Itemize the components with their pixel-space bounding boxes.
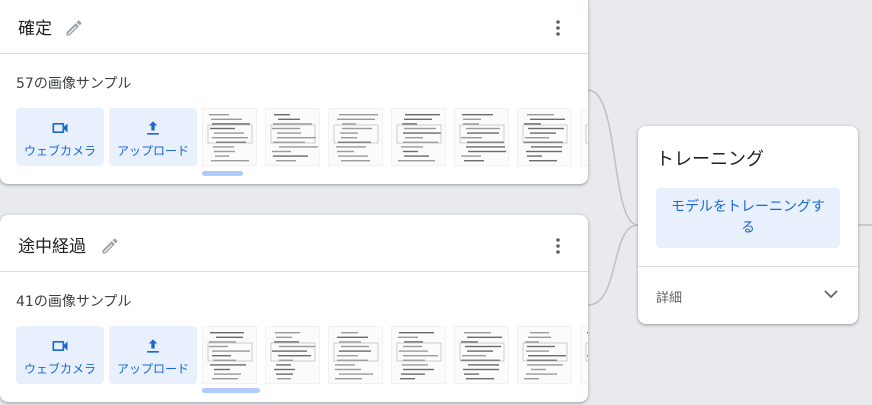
sample-thumbnail[interactable] — [202, 108, 257, 166]
class-card-header: 途中経過 — [0, 215, 588, 272]
sample-thumbnail[interactable] — [328, 108, 383, 166]
thumbnail-strip[interactable] — [202, 326, 588, 384]
chevron-down-icon[interactable] — [822, 285, 840, 303]
more-vert-icon[interactable] — [550, 18, 566, 38]
sample-thumbnail[interactable] — [580, 108, 588, 166]
class-title[interactable]: 途中経過 — [18, 232, 86, 257]
sample-thumbnail[interactable] — [265, 326, 320, 384]
document-thumbnail-image — [333, 332, 379, 380]
document-thumbnail-image — [396, 114, 442, 162]
webcam-button[interactable]: ウェブカメラ — [16, 326, 104, 384]
document-thumbnail-image — [270, 332, 316, 380]
document-thumbnail-image — [270, 114, 318, 162]
sample-count: 57の画像サンプル — [16, 76, 132, 92]
document-thumbnail-image — [522, 332, 568, 380]
upload-label: アップロード — [116, 362, 189, 376]
class-card-2: 途中経過 41の画像サンプル ウェブカメラ アップロード — [0, 215, 588, 402]
webcam-button[interactable]: ウェブカメラ — [16, 108, 104, 166]
sample-thumbnail[interactable] — [265, 108, 320, 166]
document-thumbnail-image — [207, 332, 253, 380]
class-card-1: 確定 57の画像サンプル ウェブカメラ アップロード — [0, 0, 588, 184]
document-thumbnail-image — [459, 332, 505, 380]
upload-icon — [147, 339, 159, 353]
sample-thumbnail[interactable] — [580, 326, 588, 384]
document-thumbnail-image — [333, 114, 379, 162]
document-thumbnail-image — [459, 114, 506, 162]
sample-thumbnail[interactable] — [454, 108, 509, 166]
videocam-icon — [52, 123, 68, 133]
sample-thumbnail[interactable] — [202, 326, 257, 384]
sample-thumbnail[interactable] — [517, 108, 572, 166]
document-thumbnail-image — [207, 114, 253, 162]
more-vert-icon[interactable] — [550, 236, 566, 256]
document-thumbnail-image — [522, 114, 568, 162]
sample-thumbnail[interactable] — [391, 108, 446, 166]
upload-button[interactable]: アップロード — [109, 326, 197, 384]
sample-thumbnail[interactable] — [517, 326, 572, 384]
document-thumbnail-image — [585, 332, 588, 362]
upload-icon — [147, 121, 159, 135]
webcam-label: ウェブカメラ — [23, 144, 96, 158]
sample-thumbnail[interactable] — [454, 326, 509, 384]
train-model-button[interactable]: モデルをトレーニングする — [656, 188, 840, 248]
training-card: トレーニング モデルをトレーニングする 詳細 — [638, 126, 858, 324]
thumbnail-strip[interactable] — [202, 108, 588, 166]
thumbnail-scrollbar[interactable] — [202, 171, 243, 176]
thumbnail-scrollbar[interactable] — [202, 388, 260, 393]
class-card-header: 確定 — [0, 0, 588, 54]
document-thumbnail-image — [396, 332, 442, 380]
pencil-icon[interactable] — [64, 18, 84, 38]
class-title[interactable]: 確定 — [18, 14, 52, 39]
sample-thumbnail[interactable] — [391, 326, 446, 384]
pencil-icon[interactable] — [100, 236, 120, 256]
webcam-label: ウェブカメラ — [23, 362, 96, 376]
document-thumbnail-image — [585, 124, 588, 144]
divider — [638, 266, 858, 267]
upload-button[interactable]: アップロード — [109, 108, 197, 166]
sample-thumbnail[interactable] — [328, 326, 383, 384]
upload-label: アップロード — [116, 144, 189, 158]
details-label[interactable]: 詳細 — [656, 287, 682, 306]
videocam-icon — [52, 341, 68, 351]
sample-count: 41の画像サンプル — [16, 294, 132, 310]
training-title: トレーニング — [656, 149, 764, 170]
